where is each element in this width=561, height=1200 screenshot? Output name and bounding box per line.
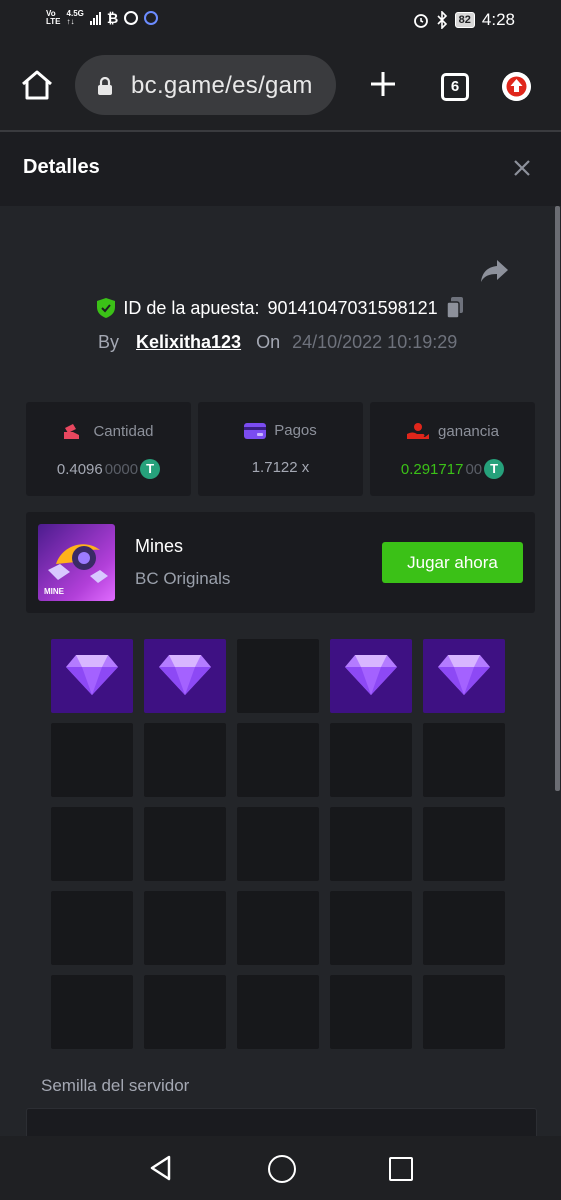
mines-board (51, 639, 505, 1049)
home-nav-icon[interactable] (268, 1155, 296, 1183)
board-cell (144, 891, 226, 965)
board-cell (51, 807, 133, 881)
diamond-icon (159, 655, 211, 695)
stat-profit-label: ganancia (438, 422, 499, 440)
board-cell (330, 807, 412, 881)
status-right: 82 4:28 (413, 10, 515, 30)
shield-check-icon (97, 298, 116, 318)
close-icon[interactable] (512, 158, 532, 178)
board-cell (237, 807, 319, 881)
board-cell (237, 975, 319, 1049)
back-icon[interactable] (148, 1155, 174, 1181)
board-cell (51, 975, 133, 1049)
tether-icon: T (140, 459, 161, 479)
system-nav-bar (0, 1136, 561, 1200)
game-notification-icon (144, 11, 159, 25)
bet-stats: Cantidad 0.4096 0000 T Pagos 1.7122 x gan… (26, 402, 535, 496)
username-link[interactable]: Kelixitha123 (136, 332, 241, 353)
bet-meta-row: By Kelixitha123 On 24/10/2022 10:19:29 (98, 332, 457, 353)
address-bar[interactable]: bc.game/es/gam (75, 55, 336, 115)
game-thumb-label: MINE (44, 587, 64, 596)
board-cell-gem (330, 639, 412, 713)
home-icon[interactable] (20, 69, 54, 101)
board-cell (51, 891, 133, 965)
share-icon[interactable] (480, 258, 510, 284)
diamond-icon (438, 655, 490, 695)
board-cell (144, 975, 226, 1049)
bet-datetime: 24/10/2022 10:19:29 (292, 332, 458, 352)
stat-amount-label: Cantidad (93, 422, 154, 440)
browser-toolbar: bc.game/es/gam 6 (0, 40, 561, 132)
stat-profit: ganancia 0.291717 00 T (370, 402, 535, 496)
board-cell (237, 891, 319, 965)
modal-title: Detalles (23, 156, 100, 178)
bitcoin-icon: ₿ (106, 9, 119, 26)
stat-profit-value: 0.291717 (400, 460, 464, 478)
network-bottom: ↑↓ (66, 17, 75, 26)
update-icon[interactable] (502, 72, 531, 101)
bet-id-row: ID de la apuesta: 90141047031598121 (0, 297, 561, 319)
diamond-icon (66, 655, 118, 695)
card-icon (244, 422, 267, 439)
board-cell-gem (423, 639, 505, 713)
game-name: Mines (135, 536, 184, 556)
board-cell (423, 723, 505, 797)
recents-icon[interactable] (389, 1157, 413, 1181)
stat-amount: Cantidad 0.4096 0000 T (26, 402, 191, 496)
lock-icon (98, 77, 112, 95)
board-cell (144, 807, 226, 881)
stat-payout-value: 1.7122 x (251, 459, 310, 476)
board-cell (51, 723, 133, 797)
modal-header: Detalles (0, 132, 561, 206)
board-cell (423, 807, 505, 881)
bet-id-label: ID de la apuesta: (123, 297, 260, 318)
bet-id-value: 90141047031598121 (267, 297, 438, 318)
app-notification-icon (124, 11, 139, 25)
stat-profit-value-dim: 00 (465, 460, 483, 478)
on-label: On (256, 332, 281, 352)
bluetooth-icon (437, 11, 447, 29)
copy-icon[interactable] (445, 297, 464, 319)
by-label: By (98, 332, 120, 352)
board-cell (330, 891, 412, 965)
tether-icon: T (484, 459, 505, 479)
network-indicator: 4.5G ↑↓ (67, 10, 84, 26)
amount-icon (64, 424, 80, 439)
board-cell (237, 723, 319, 797)
board-cell-gem (51, 639, 133, 713)
stat-payout: Pagos 1.7122 x (198, 402, 363, 496)
carrier-bottom: LTE (46, 17, 61, 26)
board-cell (144, 723, 226, 797)
board-cell-gem (144, 639, 226, 713)
tab-switcher-button[interactable]: 6 (441, 73, 469, 101)
play-now-button[interactable]: Jugar ahora (382, 542, 523, 583)
game-card: MINE Mines BC Originals Jugar ahora (26, 512, 535, 613)
carrier-indicator: Vo LTE (46, 10, 61, 26)
alarm-icon (413, 14, 428, 28)
stat-amount-value: 0.4096 (56, 460, 103, 478)
stat-payout-label: Pagos (274, 422, 317, 439)
board-cell (330, 975, 412, 1049)
diamond-icon (345, 655, 397, 695)
board-cell (237, 639, 319, 713)
profit-hand-icon (407, 423, 430, 439)
stat-amount-value-dim: 0000 (104, 460, 139, 478)
url-text: bc.game/es/gam (131, 72, 313, 99)
board-cell (330, 723, 412, 797)
status-bar: Vo LTE 4.5G ↑↓ ₿ 82 4:28 (0, 0, 561, 40)
status-left: Vo LTE 4.5G ↑↓ ₿ (46, 9, 159, 26)
server-seed-label: Semilla del servidor (41, 1076, 190, 1095)
battery-icon: 82 (454, 12, 475, 28)
game-thumbnail[interactable]: MINE (38, 524, 115, 601)
board-cell (423, 975, 505, 1049)
clock: 4:28 (481, 10, 515, 29)
board-cell (423, 891, 505, 965)
game-provider: BC Originals (135, 569, 231, 588)
new-tab-icon[interactable] (369, 70, 397, 98)
scrollbar[interactable] (555, 206, 560, 791)
signal-icon (89, 11, 101, 25)
